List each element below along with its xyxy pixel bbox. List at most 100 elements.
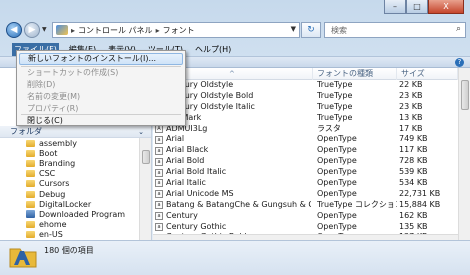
font-row[interactable]: aCentury Oldstyle BoldTrueType23 KB xyxy=(153,91,458,102)
font-row[interactable]: a Century OpenType 162 KB xyxy=(153,211,458,222)
font-row[interactable]: a Arial Bold Italic OpenType 539 KB xyxy=(153,167,458,178)
font-type-cell: OpenType xyxy=(317,134,357,144)
folder-icon xyxy=(26,231,35,239)
sort-ascending-icon: ^ xyxy=(229,70,235,78)
font-row[interactable]: a Arial Italic OpenType 534 KB xyxy=(153,178,458,189)
menu-close[interactable]: 閉じる(C) xyxy=(19,115,183,127)
search-placeholder: 検索 xyxy=(331,25,347,35)
tree-item-cursors[interactable]: Cursors xyxy=(0,179,140,189)
maximize-button[interactable]: □ xyxy=(406,0,428,14)
minimize-button[interactable]: – xyxy=(384,0,406,14)
font-type-cell: TrueType xyxy=(317,90,353,100)
scroll-thumb[interactable] xyxy=(142,150,150,164)
address-bar[interactable]: ▸ コントロール パネル ▸ フォント ▼ xyxy=(52,22,300,38)
tree-item-label: DigitalLocker xyxy=(39,199,92,209)
back-arrow-icon: ◀ xyxy=(10,25,18,35)
refresh-icon: ↻ xyxy=(307,25,315,35)
font-row[interactable]: aCentury OldstyleTrueType22 KB xyxy=(153,80,458,91)
font-row[interactable]: A ADMUI3Lg ラスタ 17 KB xyxy=(153,124,458,135)
font-size-cell: 17 KB xyxy=(399,123,423,133)
search-icon[interactable]: ⌕ xyxy=(456,24,461,34)
menu-delete: 削除(D) xyxy=(27,80,56,89)
navigation-row: ◀ ▶ ▼ ▸ コントロール パネル ▸ フォント ▼ ↻ 検索 ⌕ xyxy=(4,20,466,40)
font-file-icon: a xyxy=(155,201,163,210)
font-name-cell: a Arial Italic xyxy=(155,178,311,189)
column-header-font-type[interactable]: フォントの種類 xyxy=(313,68,397,80)
folder-icon xyxy=(26,200,35,208)
font-name: Arial Black xyxy=(166,145,209,155)
breadcrumb-item[interactable]: フォント xyxy=(163,25,195,36)
font-type-cell: OpenType xyxy=(317,167,357,177)
font-size-cell: 117 KB xyxy=(399,145,428,155)
tree-item-debug[interactable]: Debug xyxy=(0,189,140,199)
breadcrumb: ▸ コントロール パネル ▸ フォント xyxy=(71,25,195,36)
tree-item-label: Cursors xyxy=(39,179,70,189)
font-name-cell: a Arial Bold Italic xyxy=(155,167,311,178)
back-button[interactable]: ◀ xyxy=(6,22,22,38)
font-type-cell: TrueType xyxy=(317,112,353,122)
tree-item-digitallocker[interactable]: DigitalLocker xyxy=(0,199,140,209)
font-type-cell: OpenType xyxy=(317,188,357,198)
scroll-thumb[interactable] xyxy=(461,80,469,110)
font-row[interactable]: aEditMarkTrueType13 KB xyxy=(153,113,458,124)
tree-item-label: Boot xyxy=(39,148,58,158)
help-icon[interactable]: ? xyxy=(455,58,464,67)
column-header-size[interactable]: サイズ xyxy=(397,68,458,80)
font-name-cell: a Arial Bold xyxy=(155,156,311,167)
forward-button[interactable]: ▶ xyxy=(24,22,40,38)
font-file-icon: a xyxy=(155,179,163,188)
font-row[interactable]: a Arial Black OpenType 117 KB xyxy=(153,145,458,156)
breadcrumb-item[interactable]: コントロール パネル xyxy=(78,25,153,36)
caption-buttons: – □ X xyxy=(384,0,464,14)
font-row[interactable]: a Arial Unicode MS OpenType 22,731 KB xyxy=(153,189,458,200)
folder-icon xyxy=(26,180,35,188)
font-row[interactable]: a Century Gothic OpenType 135 KB xyxy=(153,222,458,233)
font-type-cell: OpenType xyxy=(317,221,357,231)
font-row[interactable]: a Arial Bold OpenType 728 KB xyxy=(153,156,458,167)
control-panel-icon xyxy=(56,25,68,35)
chevron-down-icon[interactable]: ⌄ xyxy=(138,126,144,138)
search-input[interactable]: 検索 ⌕ xyxy=(324,22,466,38)
status-bar: 180 個の項目 xyxy=(0,240,470,275)
folder-pane-scrollbar[interactable] xyxy=(139,138,151,240)
font-file-icon: a xyxy=(155,212,163,221)
font-type-cell: OpenType xyxy=(317,178,357,188)
forward-arrow-icon: ▶ xyxy=(28,25,36,35)
font-type-cell: OpenType xyxy=(317,156,357,166)
font-row[interactable]: aCentury Oldstyle ItalicTrueType23 KB xyxy=(153,102,458,113)
font-name: Century xyxy=(166,210,198,220)
address-history-chevron-icon[interactable]: ▼ xyxy=(291,25,296,33)
close-button[interactable]: X xyxy=(428,0,464,14)
font-file-icon: a xyxy=(155,157,163,166)
refresh-button[interactable]: ↻ xyxy=(301,22,321,38)
menu-help[interactable]: ヘルプ(H) xyxy=(193,43,233,56)
tree-item-boot[interactable]: Boot xyxy=(0,148,140,158)
tree-item-ehome[interactable]: ehome xyxy=(0,220,140,230)
folder-pane-header[interactable]: フォルダ ⌄ xyxy=(0,126,151,138)
tree-item-label: en-US xyxy=(39,230,63,240)
tree-item-en-us[interactable]: en-US xyxy=(0,230,140,240)
recent-pages-chevron-icon[interactable]: ▼ xyxy=(42,26,50,34)
font-type-cell: TrueType コレクション xyxy=(317,199,397,209)
tree-item-assembly[interactable]: assembly xyxy=(0,138,140,148)
font-list-scrollbar[interactable] xyxy=(458,68,470,240)
font-type-cell: OpenType xyxy=(317,210,357,220)
tree-item-label: Debug xyxy=(39,189,66,199)
tree-item-csc[interactable]: CSC xyxy=(0,169,140,179)
font-row[interactable]: aBatang & BatangChe & Gungsuh & Gun... Tr… xyxy=(153,200,458,211)
font-row[interactable]: a Arial OpenType 749 KB xyxy=(153,134,458,145)
folder-icon xyxy=(26,221,35,229)
font-name-cell: aBatang & BatangChe & Gungsuh & Gun... xyxy=(155,200,311,211)
tree-item-label: ehome xyxy=(39,220,67,230)
font-size-cell: 162 KB xyxy=(399,210,428,220)
tree-item-label: CSC xyxy=(39,169,56,179)
font-name-cell: a Arial xyxy=(155,134,311,145)
tree-item-downloaded-program[interactable]: Downloaded Program xyxy=(0,209,140,219)
font-name-cell: a Arial Unicode MS xyxy=(155,189,311,200)
folder-pane-title: フォルダ xyxy=(10,127,42,136)
tree-item-branding[interactable]: Branding xyxy=(0,158,140,168)
folder-icon xyxy=(26,149,35,157)
font-file-icon: a xyxy=(155,190,163,199)
menu-rename: 名前の変更(M) xyxy=(27,92,81,101)
menu-install-new-font[interactable]: 新しいフォントのインストール(I)... xyxy=(19,53,183,65)
